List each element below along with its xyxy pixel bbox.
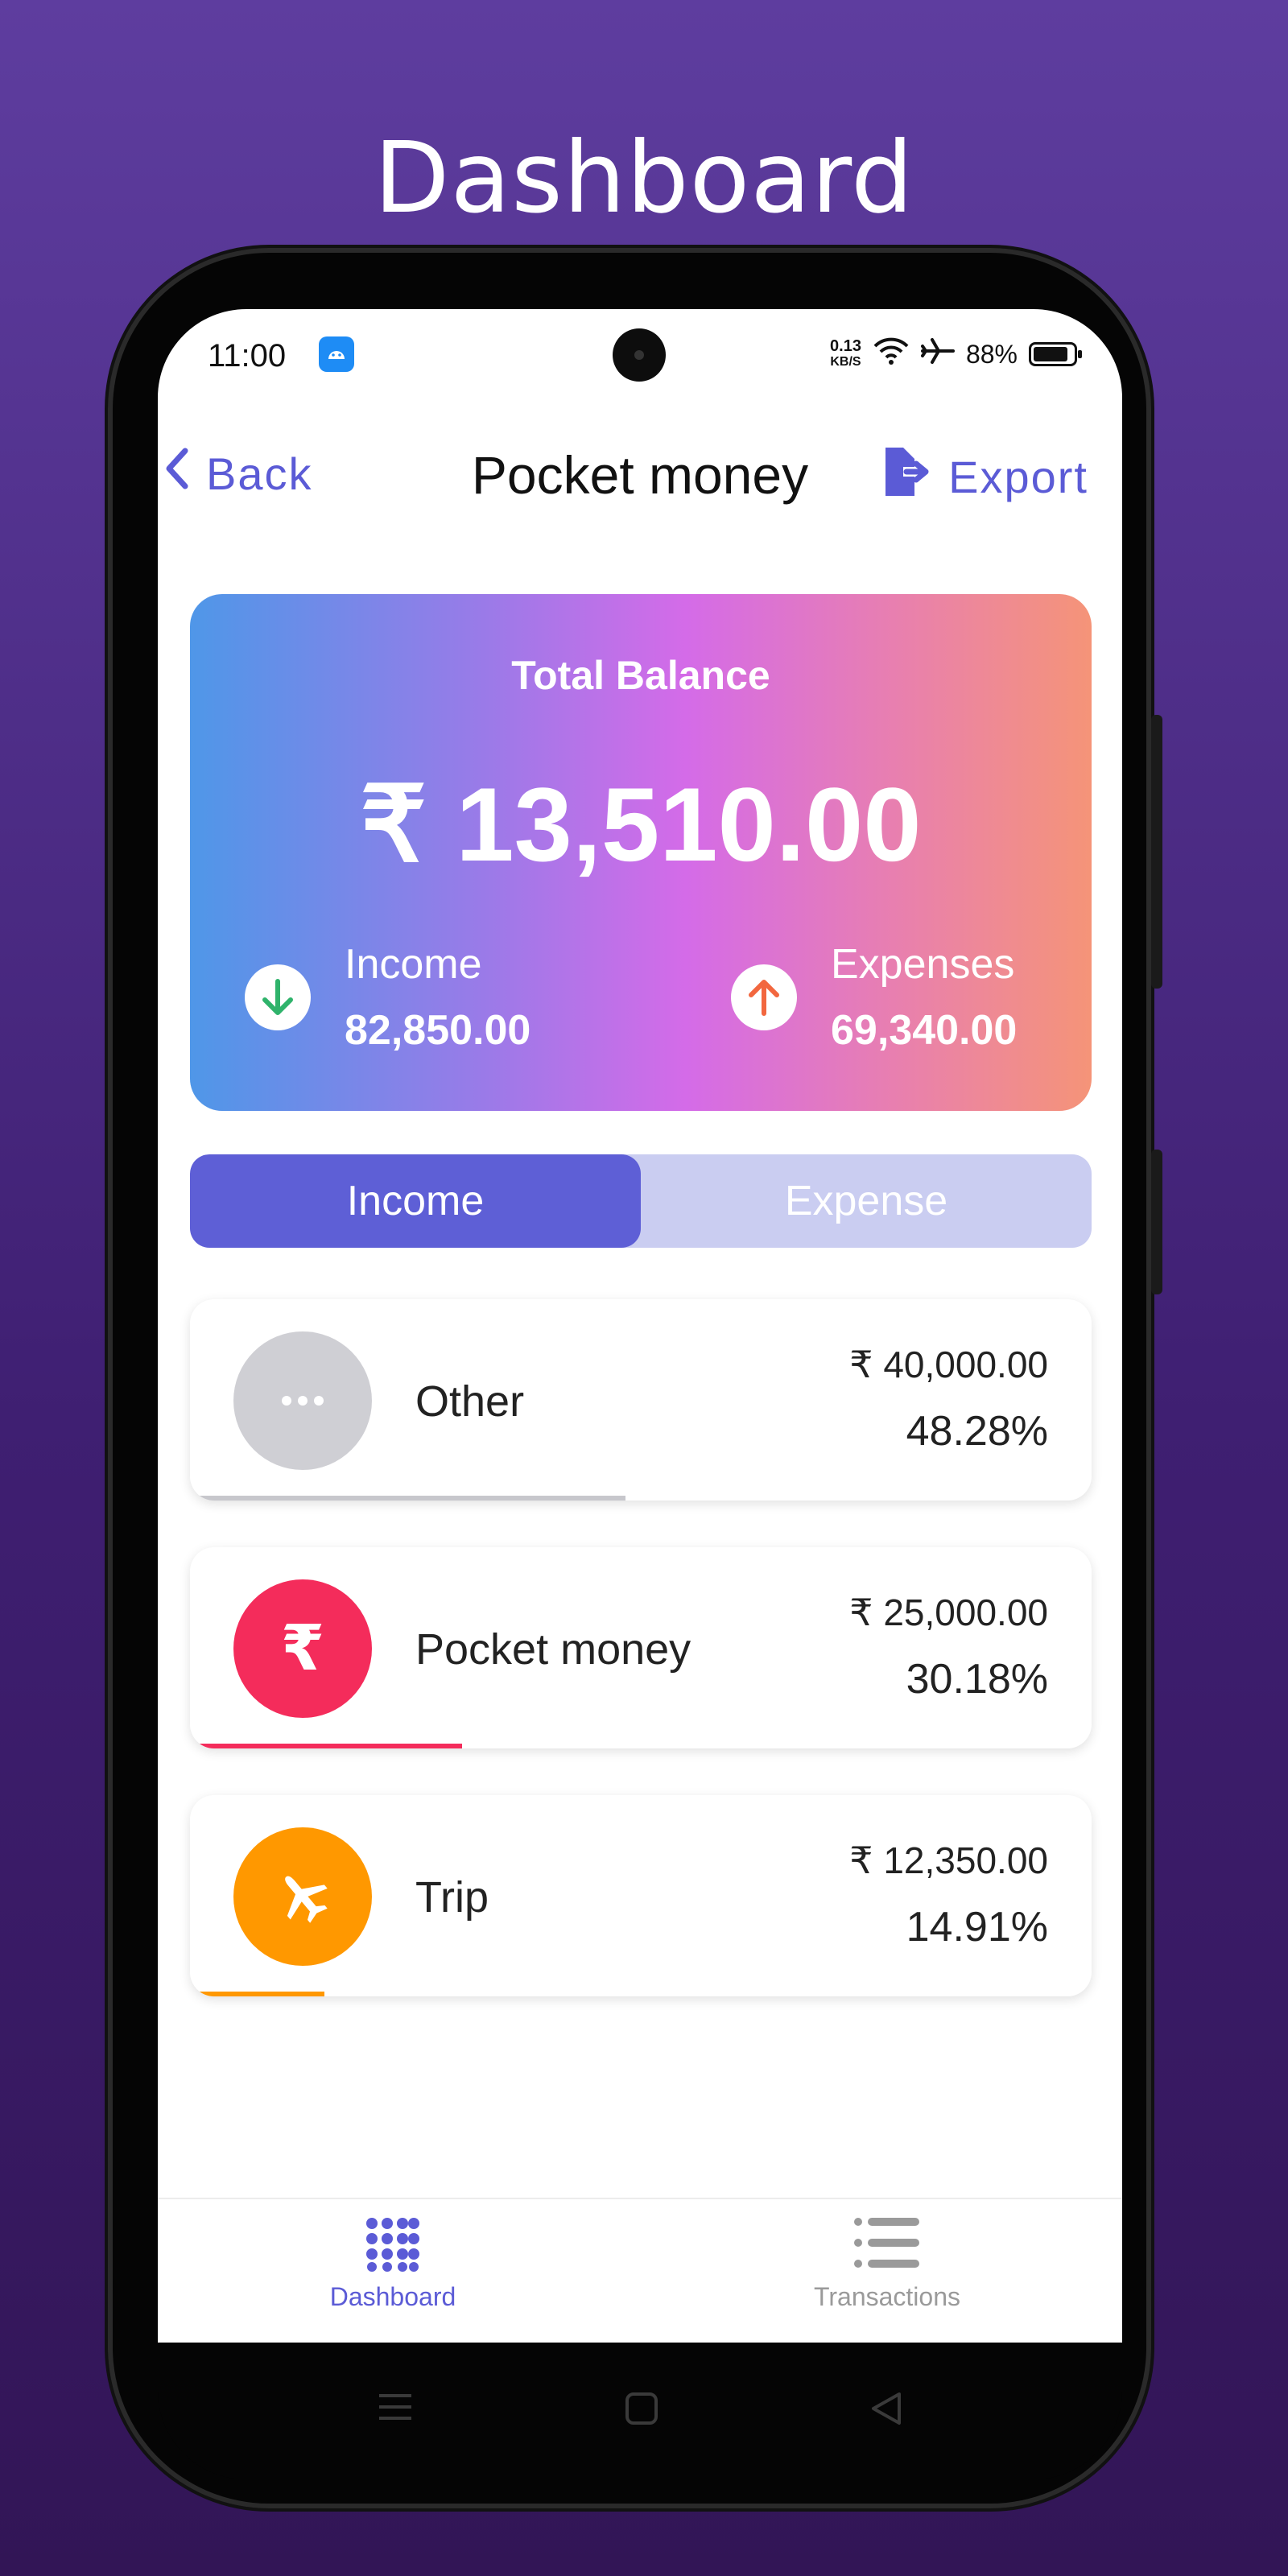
airplane-mode-icon [920,336,955,372]
category-percent: 48.28% [906,1408,1048,1455]
category-card-pocket-money[interactable]: ₹ Pocket money ₹ 25,000.00 30.18% [190,1547,1092,1748]
nav-dashboard[interactable]: Dashboard [232,2215,554,2312]
category-share-bar [190,1744,463,1748]
category-card-other[interactable]: Other ₹ 40,000.00 48.28% [190,1299,1092,1501]
category-name: Pocket money [415,1625,691,1674]
phone-screen: 11:00 0.13 KB/S 88% Back Pocket money Ex… [158,309,1122,2343]
phone-frame: 11:00 0.13 KB/S 88% Back Pocket money Ex… [108,248,1162,2508]
category-amount: ₹ 40,000.00 [849,1344,1048,1385]
category-name: Other [415,1377,525,1426]
total-balance-amount: ₹ 13,510.00 [360,766,922,883]
tab-income[interactable]: Income [190,1154,641,1248]
expenses-label: Expenses [831,941,1015,988]
wifi-icon [873,336,910,372]
category-share-bar [190,1496,625,1501]
menu-icon[interactable] [376,2391,415,2430]
nav-transactions[interactable]: Transactions [726,2215,1048,2312]
power-button [1151,1150,1162,1294]
nav-label: Transactions [814,2282,960,2311]
front-camera [613,328,666,382]
rupee-icon: ₹ [233,1579,372,1718]
balance-card: Total Balance ₹ 13,510.00 Income 82,850.… [190,594,1092,1111]
bottom-nav: Dashboard Transactions [158,2198,1122,2343]
total-balance-label: Total Balance [511,653,770,698]
category-amount: ₹ 25,000.00 [849,1591,1048,1633]
export-label: Export [948,452,1088,502]
grid-dots-icon [364,2218,422,2277]
list-icon [853,2218,921,2277]
expenses-value: 69,340.00 [831,1007,1018,1054]
category-share-bar [190,1992,324,1996]
battery-percent: 88% [965,339,1018,369]
battery-icon [1029,342,1082,366]
status-icons: 0.13 KB/S 88% [830,336,1082,372]
promo-title: Dashboard [374,121,914,235]
export-button[interactable]: Export [879,446,1088,508]
file-export-icon [879,446,931,508]
net-speed: 0.13 KB/S [830,337,861,369]
category-name: Trip [415,1873,489,1922]
arrow-up-icon [731,964,797,1030]
category-amount: ₹ 12,350.00 [849,1839,1048,1881]
arrow-down-icon [245,964,311,1030]
category-percent: 30.18% [906,1656,1048,1703]
income-expense-toggle: Income Expense [190,1154,1092,1248]
airplane-icon [233,1827,372,1966]
income-value: 82,850.00 [345,1007,531,1054]
system-nav-bar [158,2343,1122,2479]
income-summary: Income 82,850.00 [245,940,530,1055]
nav-label: Dashboard [329,2282,456,2311]
back-triangle-icon[interactable] [869,2391,904,2430]
android-app-icon [319,336,354,372]
volume-button [1151,715,1162,989]
more-icon [233,1331,372,1470]
income-label: Income [345,941,482,988]
status-time: 11:00 [208,338,287,374]
tab-expense[interactable]: Expense [641,1154,1092,1248]
home-icon[interactable] [624,2391,659,2430]
category-card-trip[interactable]: Trip ₹ 12,350.00 14.91% [190,1795,1092,1996]
expenses-summary: Expenses 69,340.00 [731,940,1017,1055]
category-percent: 14.91% [906,1904,1048,1951]
